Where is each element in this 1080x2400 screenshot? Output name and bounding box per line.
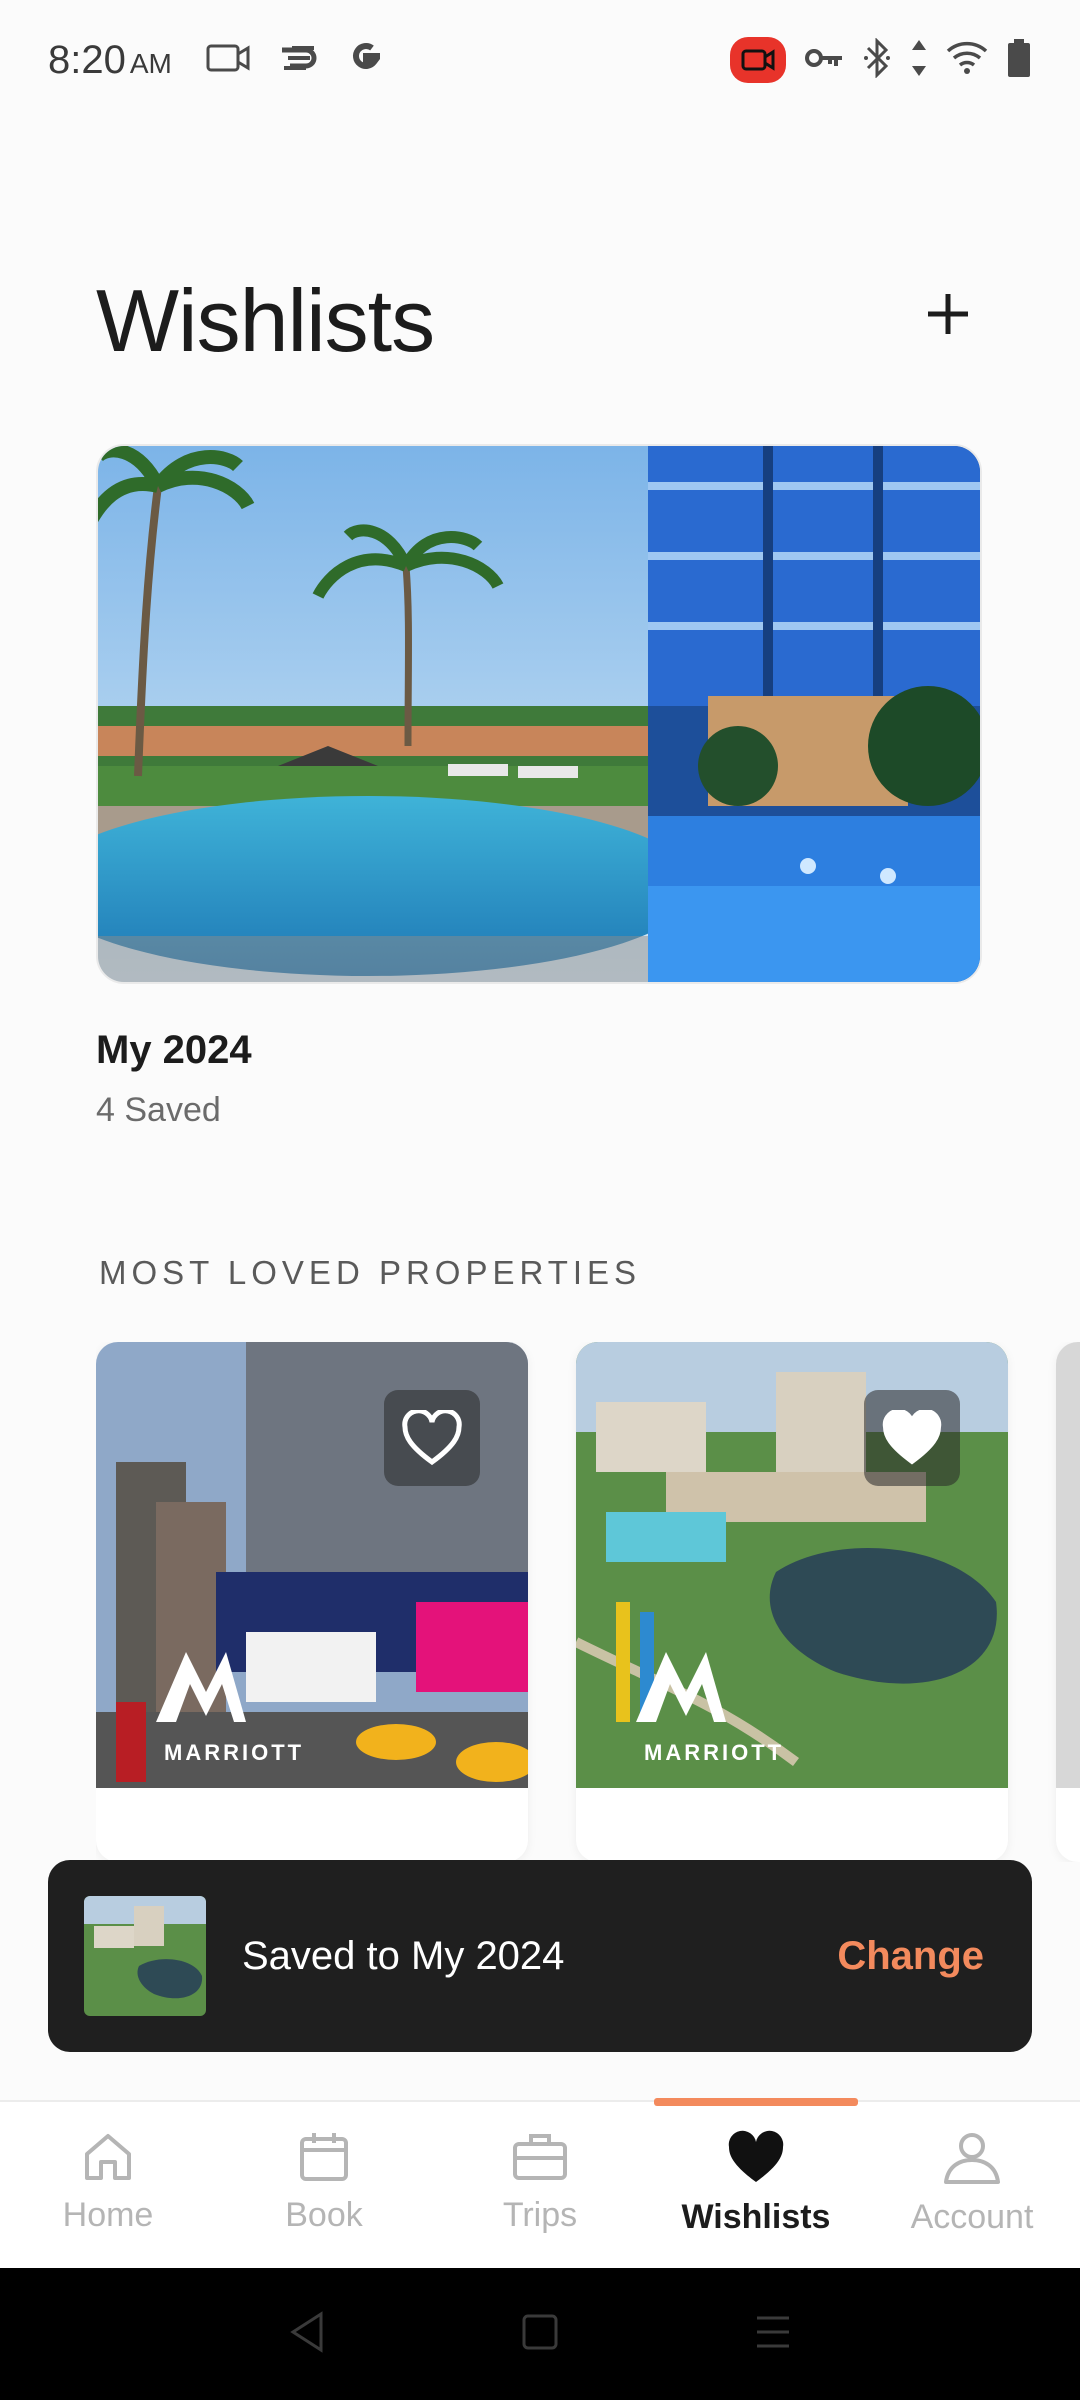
property-card[interactable]: MARRIOTT [576, 1342, 1008, 1862]
save-property-button[interactable] [384, 1390, 480, 1486]
google-icon [346, 38, 386, 83]
link-app-icon [276, 40, 320, 81]
heart-icon [728, 2130, 784, 2182]
add-wishlist-button[interactable] [912, 278, 984, 350]
nav-label: Wishlists [681, 2198, 831, 2236]
battery-icon [1006, 38, 1032, 83]
page-title: Wishlists [96, 271, 435, 370]
nav-item-account[interactable]: Account [864, 2102, 1080, 2268]
brand-name: MARRIOTT [644, 1740, 784, 1765]
properties-carousel[interactable]: MARRIOTT MARRIOTT [96, 1342, 1080, 1862]
heart-outline-icon [402, 1410, 462, 1466]
marriott-logo: MARRIOTT [636, 1652, 784, 1765]
nav-item-trips[interactable]: Trips [432, 2102, 648, 2268]
vpn-key-icon [804, 44, 844, 77]
wishlist-count: 4 Saved [96, 1091, 221, 1129]
snackbar-message: Saved to My 2024 [242, 1933, 565, 1978]
suitcase-icon [513, 2134, 567, 2180]
back-icon[interactable] [287, 2310, 327, 2359]
nav-label: Book [285, 2196, 363, 2234]
status-time: 8:20 AM [48, 37, 172, 82]
snackbar: Saved to My 2024 Change [48, 1860, 1032, 2052]
status-left-icons [206, 38, 386, 83]
nav-label: Trips [502, 2196, 578, 2234]
bluetooth-icon [862, 36, 892, 83]
nav-label: Home [62, 2196, 154, 2234]
section-heading: MOST LOVED PROPERTIES [99, 1254, 642, 1291]
marriott-logo: MARRIOTT [156, 1652, 304, 1765]
home-icon [85, 2134, 131, 2180]
nav-label: Account [910, 2198, 1034, 2236]
screen-cast-icon [206, 42, 250, 79]
property-card[interactable]: MARRIOTT [96, 1342, 528, 1862]
recents-menu-icon[interactable] [753, 2312, 793, 2357]
save-property-button[interactable] [864, 1390, 960, 1486]
times-square-photo: MARRIOTT [96, 1342, 528, 1788]
active-tab-indicator [654, 2098, 858, 2106]
nav-item-wishlists[interactable]: Wishlists [648, 2098, 864, 2268]
wifi-icon [946, 41, 988, 80]
resort-aerial-photo: MARRIOTT [576, 1342, 1008, 1788]
saved-property-thumbnail [84, 1896, 206, 2016]
system-nav-bar [0, 2268, 1080, 2400]
resort-pool-photo [98, 446, 698, 982]
heart-icon [882, 1410, 942, 1465]
bottom-nav: Home Book Trips Wishlists Account [0, 2098, 1080, 2268]
hotel-pool-night-photo [648, 446, 980, 982]
status-right-icons [730, 36, 1032, 83]
person-icon [944, 2133, 1000, 2184]
plus-icon [928, 294, 968, 334]
home-square-icon[interactable] [520, 2312, 560, 2357]
wishlist-name: My 2024 [96, 1028, 252, 1072]
status-bar: 8:20 AM [0, 0, 1080, 120]
wishlist-card[interactable]: My 2024 4 Saved [96, 444, 982, 1130]
change-wishlist-button[interactable]: Change [837, 1934, 984, 1979]
brand-name: MARRIOTT [164, 1740, 304, 1765]
wishlist-collage[interactable] [96, 444, 982, 984]
nav-item-book[interactable]: Book [216, 2102, 432, 2268]
screen-record-icon [730, 37, 786, 83]
data-arrows-icon [910, 38, 928, 83]
property-photo [1056, 1342, 1080, 1788]
nav-item-home[interactable]: Home [0, 2102, 216, 2268]
property-card[interactable] [1056, 1342, 1080, 1862]
calendar-icon [300, 2133, 348, 2181]
